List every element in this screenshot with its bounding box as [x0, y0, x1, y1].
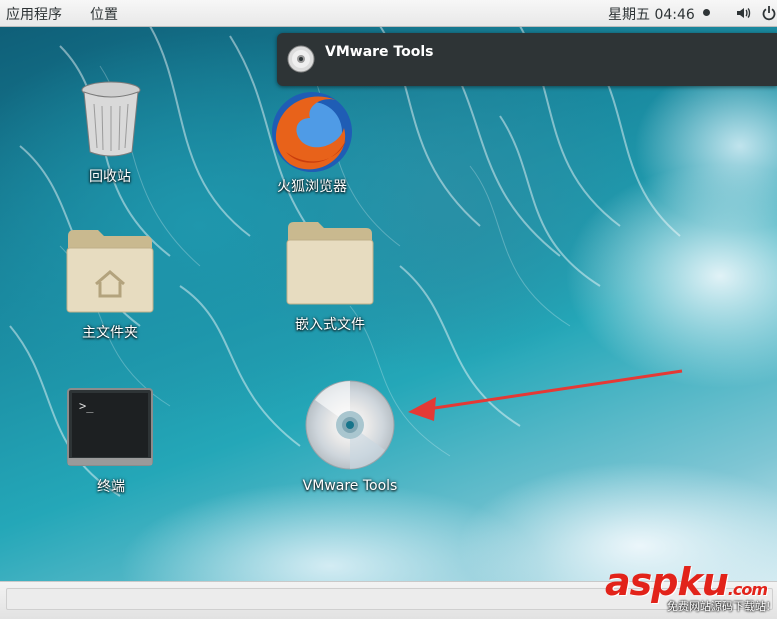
desktop-icon-vmware-tools[interactable]: VMware Tools — [303, 380, 397, 494]
desktop-icon-label: 火狐浏览器 — [277, 179, 347, 195]
desktop-icon-label: VMware Tools — [302, 478, 398, 494]
annotation-arrow-icon — [408, 369, 683, 421]
watermark-tagline: 免费网站源码下载站! — [667, 600, 771, 613]
site-watermark: aspku.com 免费网站源码下载站! — [605, 560, 775, 616]
terminal-icon: >_ — [67, 388, 153, 466]
notification-dot-icon — [703, 9, 710, 16]
desktop-icon-terminal[interactable]: >_ 终端 — [67, 388, 155, 498]
notification-banner[interactable]: VMware Tools — [277, 33, 777, 86]
svg-text:>_: >_ — [79, 399, 94, 413]
places-menu[interactable]: 位置 — [90, 4, 118, 24]
applications-menu[interactable]: 应用程序 — [6, 4, 62, 24]
notification-title: VMware Tools — [325, 44, 434, 60]
desktop-icon-trash[interactable]: 回收站 — [80, 80, 180, 190]
desktop-icon-firefox[interactable]: 火狐浏览器 — [266, 88, 362, 198]
trash-icon — [81, 81, 141, 157]
home-folder-icon — [66, 230, 154, 313]
desktop-icon-home-folder[interactable]: 主文件夹 — [66, 228, 154, 341]
desktop-icon-folder[interactable]: 嵌入式文件 — [286, 220, 374, 333]
cd-icon — [287, 45, 315, 77]
speaker-icon[interactable] — [735, 5, 751, 25]
desktop-icon-label: 终端 — [97, 479, 125, 495]
cd-icon — [305, 380, 395, 470]
firefox-icon — [272, 92, 352, 172]
clock[interactable]: 星期五 04:46 — [608, 4, 695, 24]
desktop-icon-label: 主文件夹 — [82, 325, 138, 341]
folder-icon — [286, 222, 374, 305]
desktop-icon-label: 嵌入式文件 — [295, 317, 365, 333]
top-panel: 应用程序 位置 星期五 04:46 — [0, 0, 777, 27]
desktop-icon-label: 回收站 — [89, 169, 131, 185]
power-icon[interactable] — [762, 5, 776, 25]
